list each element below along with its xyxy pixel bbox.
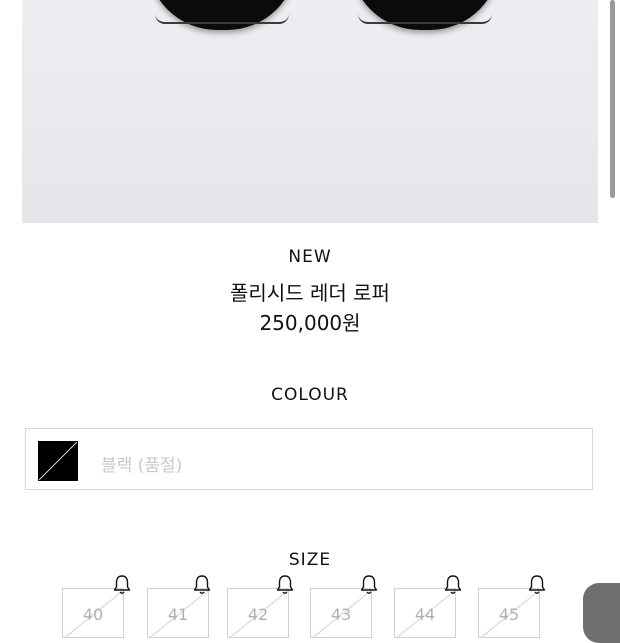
colour-selected-label: 블랙 (품절) (101, 456, 183, 476)
scrollbar[interactable] (610, 0, 615, 198)
size-label: 44 (414, 605, 436, 624)
shoe-left-image (147, 0, 297, 30)
product-name: 폴리시드 레더 로퍼 (230, 281, 390, 305)
size-label: 40 (82, 605, 104, 624)
size-label: 41 (167, 605, 189, 624)
bell-icon[interactable] (192, 574, 212, 596)
floating-action-button[interactable] (583, 583, 620, 643)
new-badge: NEW (288, 247, 332, 267)
shoe-right-image (350, 0, 500, 30)
product-price: 250,000원 (259, 311, 361, 335)
bell-icon[interactable] (527, 574, 547, 596)
black-swatch (38, 441, 78, 481)
bell-icon[interactable] (112, 574, 132, 596)
colour-select[interactable]: 블랙 (품절) (25, 428, 593, 490)
colour-title: COLOUR (271, 385, 349, 405)
bell-icon[interactable] (359, 574, 379, 596)
size-title: SIZE (288, 550, 332, 570)
bell-icon[interactable] (443, 574, 463, 596)
size-label: 45 (498, 605, 520, 624)
bell-icon[interactable] (275, 574, 295, 596)
size-label: 43 (330, 605, 352, 624)
product-image (22, 0, 598, 223)
size-label: 42 (247, 605, 269, 624)
